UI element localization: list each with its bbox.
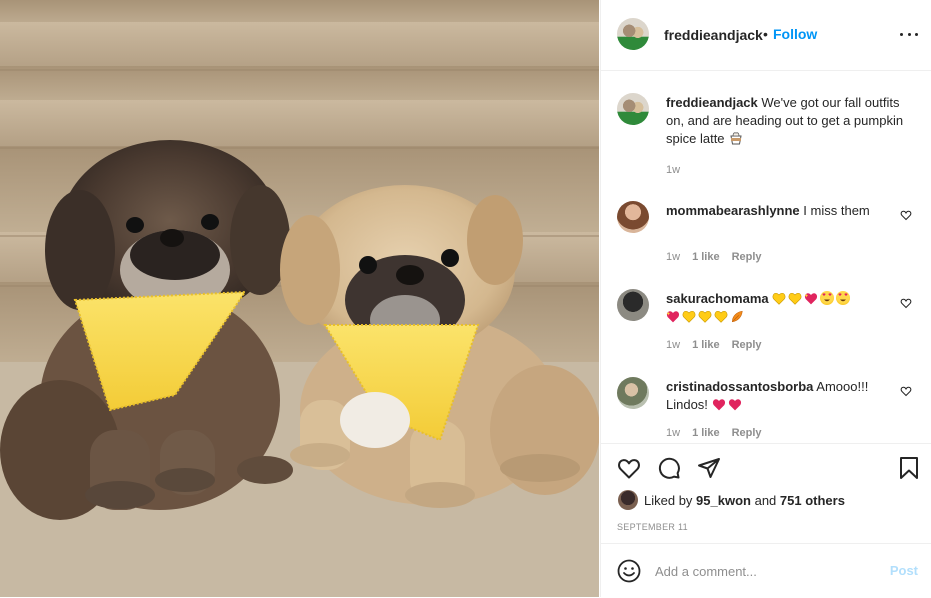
post-comment-button[interactable]: Post [890,563,918,578]
comment-meta: 1w 1 like Reply [666,339,762,351]
comments-list[interactable]: freddieandjack We've got our fall outfit… [601,71,931,443]
commenter-avatar[interactable] [617,201,649,233]
comment-text: cristinadossantosborba Amooo!!! Lindos! [666,378,906,414]
pumpkin-leaf-icon [732,310,743,323]
post-header: freddieandjack • Follow [601,0,931,71]
yellow-heart-icon [698,310,712,323]
separator-dot: • [763,26,768,42]
add-comment-input[interactable] [655,560,875,582]
comment-text: mommabearashlynne I miss them [666,202,906,220]
like-comment-heart-icon[interactable] [900,297,912,309]
comment-text: sakurachomama [666,290,906,326]
share-icon[interactable] [697,456,721,480]
caption-avatar[interactable] [617,93,649,125]
more-options-icon[interactable] [900,24,918,44]
post-side-panel: freddieandjack • Follow freddieandjack W… [600,0,931,597]
comment-meta: 1w 1 like Reply [666,251,762,263]
comment-likes[interactable]: 1 like [692,339,720,351]
comment-likes[interactable]: 1 like [692,427,720,439]
like-comment-heart-icon[interactable] [900,385,912,397]
follow-button[interactable]: Follow [773,26,817,42]
coffee-cup-icon [730,132,742,145]
reply-button[interactable]: Reply [732,251,762,263]
liker-username[interactable]: 95_kwon [696,493,751,508]
caption-time: 1w [666,164,681,176]
reply-button[interactable]: Reply [732,339,762,351]
author-username[interactable]: freddieandjack [664,27,763,43]
yellow-heart-icon [772,292,786,305]
sparkling-heart-icon [666,311,680,323]
likes-others-link[interactable]: 751 others [780,493,845,508]
sparkling-heart-icon [804,293,818,305]
comment-likes[interactable]: 1 like [692,251,720,263]
comment-time: 1w [666,339,681,351]
add-comment-bar: Post [601,543,931,598]
bookmark-icon[interactable] [897,456,921,480]
red-heart-icon [712,399,725,411]
yellow-heart-icon [714,310,728,323]
author-avatar[interactable] [617,18,649,50]
commenter-avatar[interactable] [617,289,649,321]
likes-prefix: Liked by [644,493,693,508]
liker-avatar[interactable] [618,490,638,510]
post-photo[interactable] [0,0,599,597]
commenter-avatar[interactable] [617,377,649,409]
post-actions: Liked by 95_kwon and 751 others SEPTEMBE… [601,443,931,544]
comment-time: 1w [666,427,681,439]
like-comment-heart-icon[interactable] [900,209,912,221]
heart-eyes-emoji-icon [820,291,835,305]
yellow-heart-icon [788,292,802,305]
post-date[interactable]: SEPTEMBER 11 [617,522,688,532]
comment-body: I miss them [803,203,870,218]
yellow-heart-icon [682,310,696,323]
caption-text: freddieandjack We've got our fall outfit… [666,94,906,148]
likes-summary: Liked by 95_kwon and 751 others [644,493,845,508]
heart-eyes-emoji-icon [836,291,851,305]
dogs-on-stairs-image [0,0,599,597]
emoji-icon[interactable] [617,559,641,583]
comment-username[interactable]: cristinadossantosborba [666,379,813,394]
likes-conjunction: and [754,493,777,508]
comment-username[interactable]: sakurachomama [666,291,769,306]
comment-username[interactable]: mommabearashlynne [666,203,800,218]
reply-button[interactable]: Reply [732,427,762,439]
comment-icon[interactable] [657,456,681,480]
comment-meta: 1w 1 like Reply [666,427,762,439]
comment-time: 1w [666,251,681,263]
caption-username[interactable]: freddieandjack [666,95,758,110]
heart-icon[interactable] [617,456,641,480]
red-heart-icon [728,399,741,411]
